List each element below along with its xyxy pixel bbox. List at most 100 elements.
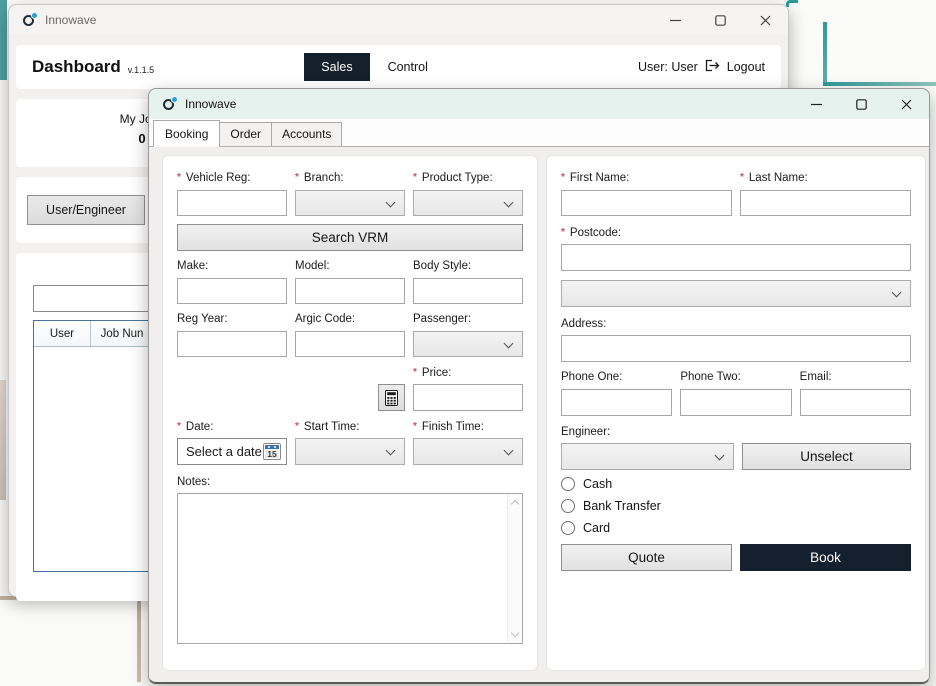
- close-icon[interactable]: [884, 89, 929, 119]
- booking-titlebar: Innowave: [149, 89, 929, 119]
- finish-time-select[interactable]: [413, 438, 523, 465]
- scroll-down-icon[interactable]: [511, 629, 519, 637]
- reg-year-label: Reg Year:: [177, 313, 228, 325]
- address-label: Address:: [561, 318, 606, 330]
- required-icon: *: [177, 422, 181, 432]
- desktop-artifact: [823, 22, 827, 84]
- branch-label: Branch:: [304, 172, 344, 184]
- body-style-label: Body Style:: [413, 260, 471, 272]
- postcode-input[interactable]: [561, 244, 911, 271]
- window-title: Innowave: [45, 13, 96, 27]
- phone-one-label: Phone One:: [561, 371, 622, 383]
- email-label: Email:: [800, 371, 832, 383]
- engineer-select[interactable]: [561, 443, 734, 470]
- required-icon: *: [295, 173, 299, 183]
- vehicle-reg-label: Vehicle Reg:: [186, 172, 251, 184]
- required-icon: *: [413, 173, 417, 183]
- desktop-artifact: [137, 596, 141, 682]
- product-type-label: Product Type:: [422, 172, 493, 184]
- calculator-button[interactable]: [378, 384, 405, 411]
- phone-two-label: Phone Two:: [680, 371, 741, 383]
- required-icon: *: [413, 368, 417, 378]
- dashboard-titlebar: Innowave: [9, 5, 788, 35]
- model-label: Model:: [295, 260, 330, 272]
- nav-sales-button[interactable]: Sales: [304, 53, 369, 81]
- passenger-label: Passenger:: [413, 313, 471, 325]
- first-name-input[interactable]: [561, 190, 732, 216]
- phone-two-input[interactable]: [680, 389, 791, 416]
- payment-option-cash[interactable]: Cash: [561, 476, 911, 492]
- innowave-logo-icon: [163, 98, 176, 111]
- window-title: Innowave: [185, 97, 236, 111]
- first-name-label: First Name:: [570, 172, 629, 184]
- radio-icon[interactable]: [561, 477, 575, 491]
- postcode-label: Postcode:: [570, 227, 621, 239]
- logout-button[interactable]: Logout: [727, 60, 765, 74]
- argic-code-input[interactable]: [295, 331, 405, 357]
- close-icon[interactable]: [743, 5, 788, 35]
- required-icon: *: [295, 422, 299, 432]
- book-button[interactable]: Book: [740, 544, 911, 571]
- vehicle-form-card: * Vehicle Reg: * Branch: * Product Type: Se…: [162, 155, 538, 671]
- column-header-job-num[interactable]: Job Nun: [91, 321, 154, 346]
- notes-scrollbar[interactable]: [507, 494, 522, 643]
- scroll-up-icon[interactable]: [511, 500, 519, 508]
- start-time-select[interactable]: [295, 438, 405, 465]
- desktop-artifact: [0, 380, 6, 500]
- minimize-icon[interactable]: [653, 5, 698, 35]
- last-name-input[interactable]: [740, 190, 911, 216]
- phone-one-input[interactable]: [561, 389, 672, 416]
- model-input[interactable]: [295, 278, 405, 304]
- search-vrm-button[interactable]: Search VRM: [177, 224, 523, 251]
- tab-booking[interactable]: Booking: [153, 120, 220, 147]
- email-input[interactable]: [800, 389, 911, 416]
- reg-year-input[interactable]: [177, 331, 287, 357]
- engineer-label: Engineer:: [561, 426, 610, 438]
- branch-select[interactable]: [295, 190, 405, 216]
- booking-window: Innowave Booking Order Accounts * Vehicle…: [148, 88, 930, 684]
- product-type-select[interactable]: [413, 190, 523, 216]
- maximize-icon[interactable]: [839, 89, 884, 119]
- column-header-user[interactable]: User: [34, 321, 91, 346]
- quote-button[interactable]: Quote: [561, 544, 732, 571]
- body-style-input[interactable]: [413, 278, 523, 304]
- finish-time-label: Finish Time:: [422, 421, 484, 433]
- tab-order[interactable]: Order: [219, 122, 272, 146]
- required-icon: *: [561, 228, 565, 238]
- nav-control-button[interactable]: Control: [388, 60, 428, 74]
- maximize-icon[interactable]: [698, 5, 743, 35]
- payment-option-bank-transfer[interactable]: Bank Transfer: [561, 498, 911, 514]
- unselect-button[interactable]: Unselect: [742, 443, 911, 470]
- address-input[interactable]: [561, 335, 911, 362]
- calculator-icon: [385, 390, 398, 406]
- vehicle-reg-input[interactable]: [177, 190, 287, 216]
- user-engineer-button[interactable]: User/Engineer: [27, 195, 145, 225]
- last-name-label: Last Name:: [749, 172, 808, 184]
- tab-accounts[interactable]: Accounts: [271, 122, 342, 146]
- date-label: Date:: [186, 421, 214, 433]
- required-icon: *: [561, 173, 565, 183]
- make-input[interactable]: [177, 278, 287, 304]
- payment-option-card[interactable]: Card: [561, 520, 911, 536]
- address-lookup-select[interactable]: [561, 280, 911, 307]
- desktop-artifact: [823, 82, 936, 86]
- desktop-artifact: [0, 0, 7, 80]
- passenger-select[interactable]: [413, 331, 523, 357]
- innowave-logo-icon: [23, 14, 36, 27]
- required-icon: *: [740, 173, 744, 183]
- required-icon: *: [177, 173, 181, 183]
- logout-icon: [705, 59, 720, 75]
- radio-icon[interactable]: [561, 521, 575, 535]
- make-label: Make:: [177, 260, 208, 272]
- date-picker[interactable]: Select a date 15: [177, 438, 287, 465]
- notes-label: Notes:: [177, 476, 210, 488]
- notes-textarea[interactable]: [177, 493, 523, 644]
- radio-icon[interactable]: [561, 499, 575, 513]
- argic-code-label: Argic Code:: [295, 313, 355, 325]
- minimize-icon[interactable]: [794, 89, 839, 119]
- dashboard-header: Dashboard v.1.1.5 Sales Control User: Us…: [16, 45, 781, 89]
- price-input[interactable]: [413, 384, 523, 411]
- calendar-icon[interactable]: 15: [263, 443, 281, 460]
- start-time-label: Start Time:: [304, 421, 360, 433]
- required-icon: *: [413, 422, 417, 432]
